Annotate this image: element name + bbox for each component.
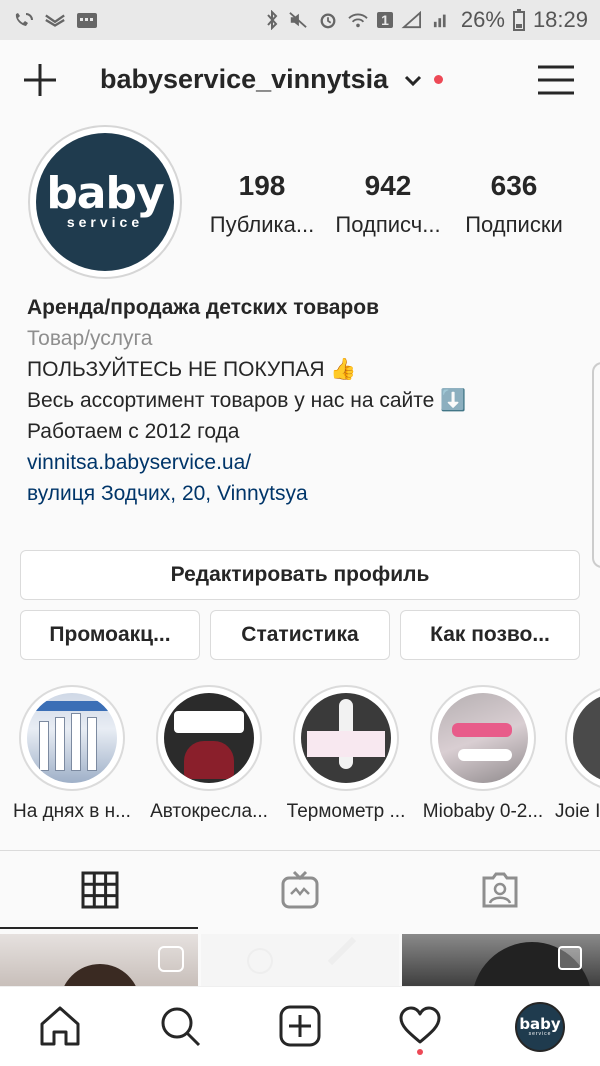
add-post-icon[interactable] [278,1004,322,1048]
notification-dot [434,75,443,84]
contact-button[interactable]: Как позво... [400,610,580,660]
grid-icon [81,871,119,909]
highlight-ring [19,685,125,791]
stat-label: Публика... [209,212,315,237]
battery-icon [512,9,525,31]
highlight-label: Термометр ... [286,801,406,822]
post-grid [0,934,600,986]
search-icon[interactable] [158,1004,202,1048]
calendar-icon [77,13,97,28]
highlight-item[interactable]: Joie I [555,685,600,823]
signal-icon-1 [401,11,421,29]
post-thumbnail[interactable] [0,934,198,986]
stat-posts[interactable]: 198 Публика... [200,170,324,238]
profile-avatar-nav[interactable]: baby service [515,1002,565,1052]
profile-avatar-ring[interactable]: baby service [28,125,182,279]
profile-tabs [0,851,600,931]
stat-number: 942 [364,170,412,201]
logo-text-service: service [66,214,144,230]
status-bar: 1 26% 18:29 [0,0,600,40]
post-thumbnail[interactable] [201,934,399,986]
alarm-icon [320,13,336,29]
chevron-down-icon[interactable] [404,74,422,88]
wifi-icon [348,13,368,28]
highlight-ring [156,685,262,791]
sim-badge: 1 [377,12,393,28]
highlight-label: Joie I [555,801,600,822]
bio-category: Товар/услуга [27,327,153,350]
edit-profile-button[interactable]: Редактировать профиль [20,550,580,600]
profile-header: babyservice_vinnytsia [0,40,600,122]
tab-grid[interactable] [0,851,200,929]
highlight-item[interactable]: Miobaby 0-2... [418,685,548,823]
bio-line-3: Работаем с 2012 года [27,420,240,443]
activity-notification-dot [417,1049,423,1055]
nav-logo-baby: baby [519,1015,561,1033]
insights-button[interactable]: Статистика [210,610,390,660]
igtv-icon [281,870,319,909]
profile-bio: Аренда/продажа детских товаров Товар/усл… [27,292,587,509]
bio-website-link[interactable]: vinnitsa.babyservice.ua/ [27,447,587,478]
clock-time: 18:29 [532,7,588,32]
username[interactable]: babyservice_vinnytsia [100,64,388,95]
highlight-ring [430,685,536,791]
tagged-person-icon [482,872,518,908]
stat-followers[interactable]: 942 Подписч... [326,170,450,238]
logo-text-baby: baby [46,168,164,219]
stat-following[interactable]: 636 Подписки [452,170,576,238]
status-right-icons: 1 26% 18:29 [265,7,588,33]
heart-icon[interactable] [398,1004,442,1048]
bio-line-1: ПОЛЬЗУЙТЕСЬ НЕ ПОКУПАЯ 👍 [27,358,357,381]
post-thumbnail[interactable] [402,934,600,986]
active-tab-indicator [0,927,198,929]
status-left-icons [12,11,98,29]
stat-number: 636 [490,170,538,201]
highlight-thumbnail [301,693,391,783]
highlight-thumbnail [573,693,600,783]
stat-label: Подписки [465,212,563,237]
highlight-ring [565,685,600,791]
tab-tagged[interactable] [400,851,600,929]
highlight-item[interactable]: Термометр ... [281,685,411,823]
home-icon[interactable] [38,1004,82,1048]
highlight-label: Автокресла... [150,801,268,822]
mail-icon [45,14,65,27]
stat-label: Подписч... [335,212,441,237]
promotions-button[interactable]: Промоакц... [20,610,200,660]
highlight-item[interactable]: Автокресла... [144,685,274,823]
profile-stats: 198 Публика... 942 Подписч... 636 Подпис… [200,170,590,238]
signal-icon-2 [433,14,446,28]
highlight-item[interactable]: На днях в н... [7,685,137,823]
bio-address-link[interactable]: вулиця Зодчих, 20, Vinnytsya [27,478,587,509]
highlight-label: Miobaby 0-2... [422,801,544,822]
highlight-ring [293,685,399,791]
nav-logo-service: service [528,1031,552,1037]
highlight-label: На днях в н... [13,801,131,822]
mute-icon [289,12,307,28]
highlight-thumbnail [164,693,254,783]
highlight-thumbnail [27,693,117,783]
highlight-thumbnail [438,693,528,783]
hamburger-menu-icon[interactable] [538,64,574,96]
tab-igtv[interactable] [200,851,400,929]
plus-icon[interactable] [22,62,58,98]
phone-wifi-icon [15,13,33,26]
battery-percent: 26% [460,7,505,32]
bluetooth-icon [267,10,278,30]
side-panel-edge[interactable] [592,362,600,568]
stat-number: 198 [238,170,286,201]
bio-name: Аренда/продажа детских товаров [27,296,379,319]
profile-avatar: baby service [36,133,174,271]
bio-line-2: Весь ассортимент товаров у нас на сайте … [27,389,467,412]
story-highlights: На днях в н... Автокресла... Термометр .… [0,685,600,830]
